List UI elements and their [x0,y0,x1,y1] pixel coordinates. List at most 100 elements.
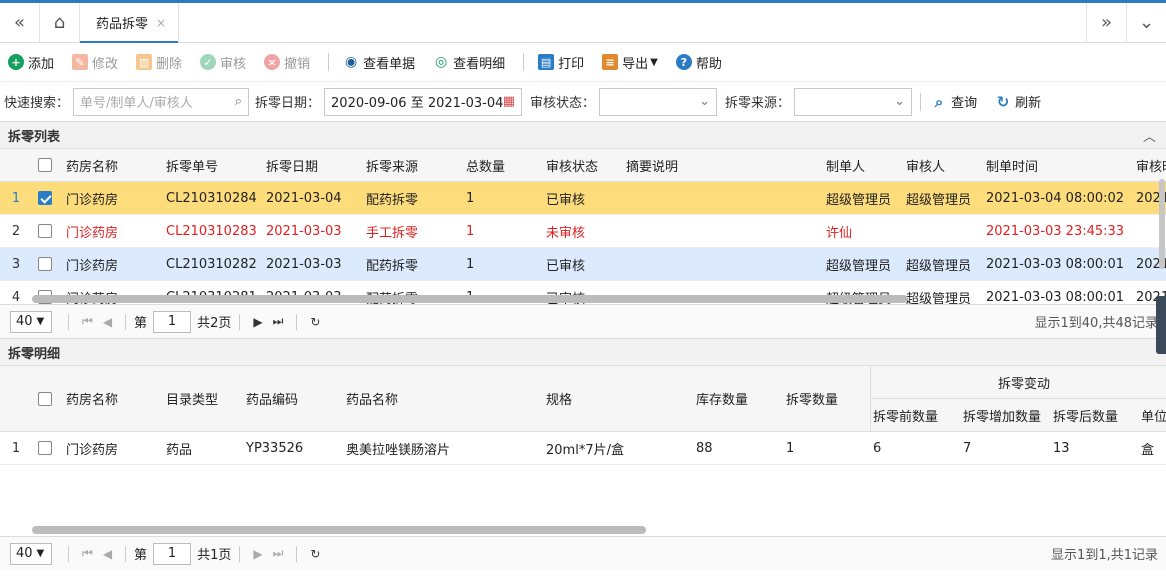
col-header[interactable]: 拆零数量 [780,389,870,408]
page-number-input[interactable]: 1 [153,542,192,565]
col-header[interactable]: 拆零来源 [360,156,460,175]
table-icon: ≡ [602,54,619,70]
add-button[interactable]: + 添加 [8,53,54,72]
view-detail-button[interactable]: ◎ 查看明细 [433,53,505,72]
calendar-icon[interactable]: ▦ [503,94,515,109]
table-row[interactable]: 3 门诊药房 CL210310282 2021-03-03 配药拆零 1 已审核… [0,248,1166,281]
col-header[interactable]: 摘要说明 [620,156,820,175]
audit-status-select[interactable]: ⌄ [599,87,718,116]
split-source-cell: 配药拆零 [366,192,419,208]
col-header[interactable]: 拆零前数量 [871,406,961,425]
col-header[interactable]: 拆零单号 [160,156,260,175]
last-page-icon[interactable]: ⏭ [273,314,284,329]
next-page-icon[interactable]: ▶ [253,315,262,329]
active-tab-indicator [80,41,179,43]
caret-down-icon: ▼ [650,56,658,68]
split-date-range-input[interactable]: 2020-09-06 至 2021-03-04 ▦ [324,87,523,116]
col-header[interactable]: 药房名称 [60,389,160,408]
first-page-icon[interactable]: ⏮ [82,314,93,329]
prev-page-icon[interactable]: ◀ [103,547,112,561]
pager-divider [239,545,241,562]
horizontal-scrollbar[interactable] [32,295,908,303]
toolbar: + 添加 ✎ 修改 ▥ 删除 ✓ 审核 × 撤销 ◉ 查看单据 ◎ 查看明细 ▤ 打印 ≡ 导出 ▼… [0,43,1166,81]
select-all-checkbox[interactable] [32,158,60,173]
tab-label: 药品拆零 [96,17,149,32]
collapse-icon[interactable]: ︿ [1143,126,1156,145]
scroll-left-icon[interactable]: « [0,3,40,42]
row-checkbox[interactable] [32,191,60,206]
make-time-cell: 2021-03-03 08:00:01 [986,289,1125,305]
col-header[interactable]: 单位 [1137,406,1166,425]
refresh-button[interactable]: ↻ 刷新 [995,92,1041,112]
col-header[interactable]: 库存数量 [690,389,780,408]
quick-search-input[interactable]: 单号/制单人/审核人 ⌕ [73,87,250,116]
view-detail-label: 查看明细 [453,56,506,72]
record-info: 显示1到1,共1记录 [1051,548,1158,563]
close-icon[interactable]: × [156,16,166,30]
pager-divider [125,545,127,562]
revoke-button[interactable]: × 撤销 [264,53,310,72]
detail-header-main: 药房名称 目录类型 药品编码 药品名称 规格 库存数量 拆零数量 [0,366,870,431]
split-source-select[interactable]: ⌄ [794,87,913,116]
eye-icon: ◉ [344,54,358,70]
help-button[interactable]: ? 帮助 [675,53,722,72]
row-checkbox[interactable] [32,441,60,456]
print-button[interactable]: ▤ 打印 [538,53,584,72]
view-document-button[interactable]: ◉ 查看单据 [343,53,415,72]
col-header[interactable]: 总数量 [460,156,540,175]
col-header[interactable]: 药品编码 [240,389,340,408]
chevron-down-icon[interactable]: ⌄ [1126,3,1166,42]
side-drawer-handle[interactable] [1156,296,1166,354]
col-header[interactable]: 拆零日期 [260,156,360,175]
edit-button[interactable]: ✎ 修改 [72,53,118,72]
last-page-icon[interactable]: ⏭ [273,546,284,561]
check-icon: ✓ [200,54,217,70]
audit-button[interactable]: ✓ 审核 [200,53,246,72]
table-row[interactable]: 1 门诊药房 CL210310284 2021-03-04 配药拆零 1 已审核… [0,182,1166,215]
col-header[interactable]: 审核状态 [540,156,620,175]
col-header[interactable]: 拆零增加数量 [961,406,1051,425]
audit-status-cell: 已审核 [546,258,586,274]
pencil-icon: ✎ [72,54,89,70]
split-list-panel-header: 拆零列表 ︿ [0,121,1166,149]
col-header[interactable]: 目录类型 [160,389,240,408]
horizontal-scrollbar[interactable] [32,526,646,534]
pharmacy-cell: 门诊药房 [66,225,119,241]
split-detail-grid: 药房名称 目录类型 药品编码 药品名称 规格 库存数量 拆零数量 拆零变动 拆零… [0,366,1166,536]
delete-button[interactable]: ▥ 删除 [136,53,182,72]
col-header[interactable]: 审核人 [900,156,980,175]
table-row[interactable]: 2 门诊药房 CL210310283 2021-03-03 手工拆零 1 未审核… [0,215,1166,248]
reload-icon[interactable]: ↻ [310,547,320,561]
scroll-right-icon[interactable]: » [1086,3,1126,42]
select-all-checkbox[interactable] [32,391,60,406]
prev-page-icon[interactable]: ◀ [103,315,112,329]
refresh-icon: ↻ [996,92,1010,111]
col-header[interactable]: 规格 [540,389,690,408]
col-header[interactable]: 拆零后数量 [1051,406,1137,425]
export-button[interactable]: ≡ 导出 ▼ [602,53,658,72]
query-button[interactable]: ⌕ 查询 [931,92,977,112]
table-row[interactable]: 1 门诊药房 药品 YP33526 奥美拉唑镁肠溶片 20ml*7片/盒 88 … [0,432,1166,465]
home-icon[interactable]: ⌂ [40,3,80,42]
pharmacy-cell: 门诊药房 [66,442,119,458]
page-size-select[interactable]: 40 ▼ [10,542,52,565]
drug-name-cell: 奥美拉唑镁肠溶片 [346,442,451,458]
col-header[interactable]: 药品名称 [340,389,540,408]
spec-cell: 20ml*7片/盒 [546,442,624,458]
row-checkbox[interactable] [32,257,60,272]
col-header[interactable]: 制单人 [820,156,900,175]
row-checkbox[interactable] [32,224,60,239]
vertical-scrollbar[interactable] [1159,179,1165,269]
next-page-icon[interactable]: ▶ [253,547,262,561]
col-header[interactable]: 药房名称 [60,156,160,175]
page-size-select[interactable]: 40 ▼ [10,310,52,333]
col-header[interactable]: 制单时间 [980,156,1130,175]
col-header[interactable]: 审核时 [1130,156,1166,175]
tab-drug-split[interactable]: 药品拆零 × [80,3,180,43]
view-document-label: 查看单据 [363,56,416,72]
first-page-icon[interactable]: ⏮ [82,546,93,561]
group-header: 拆零变动 [871,366,1166,399]
page-number-input[interactable]: 1 [153,310,192,333]
pager-divider [68,313,69,330]
reload-icon[interactable]: ↻ [310,315,320,329]
